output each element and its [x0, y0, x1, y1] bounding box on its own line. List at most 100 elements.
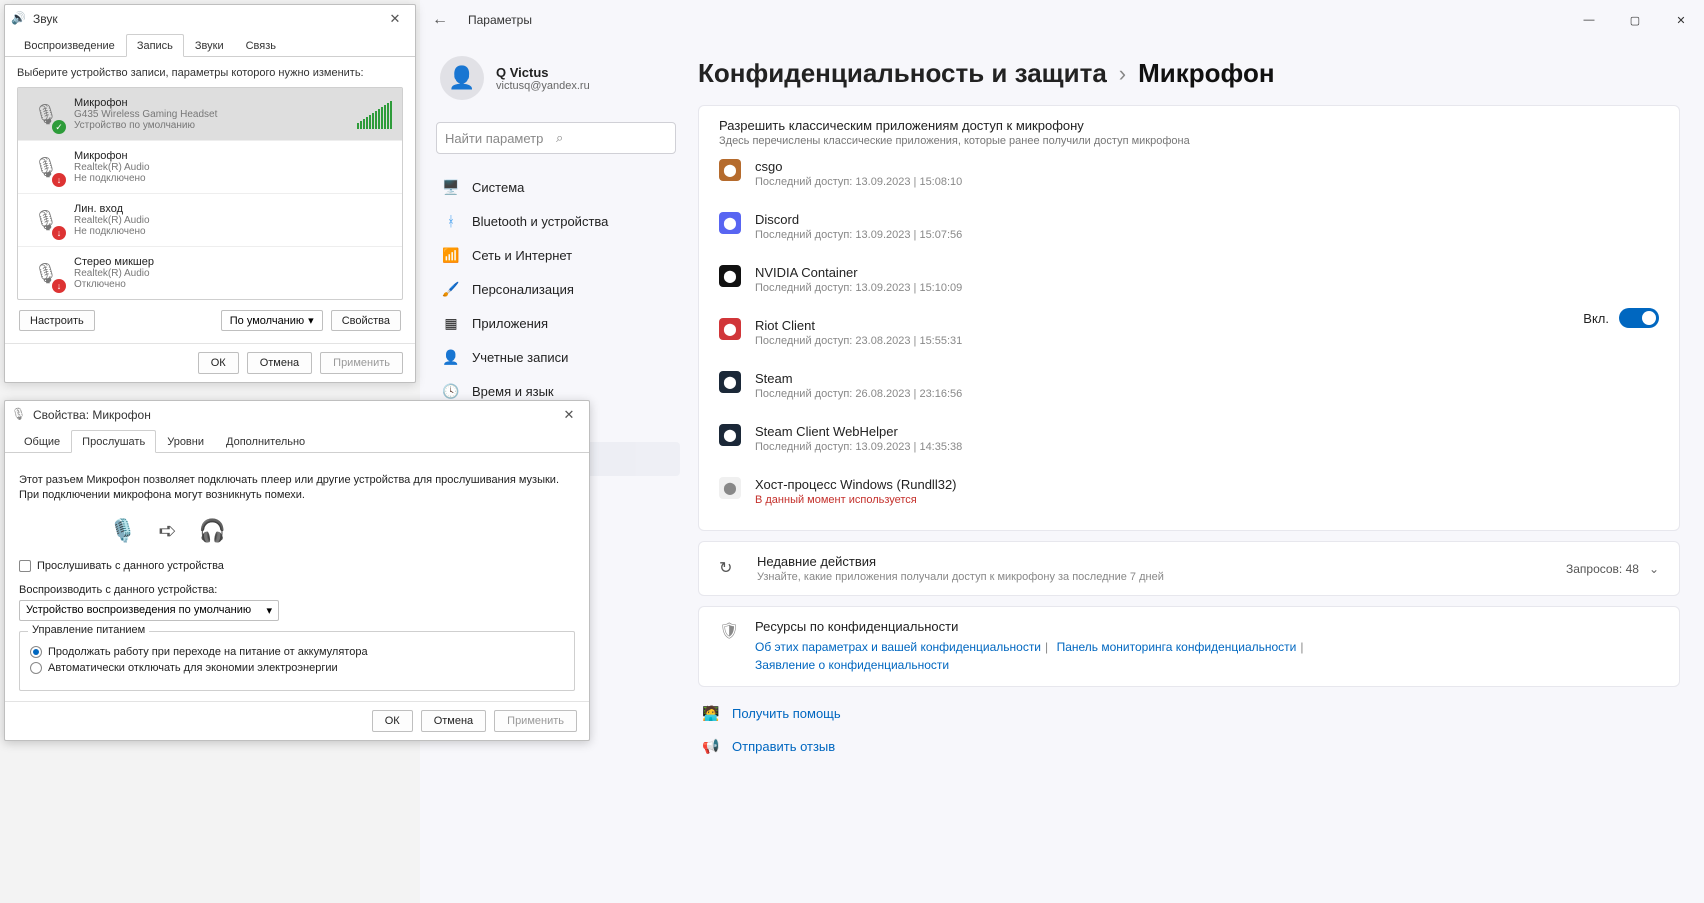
- device-icon: 🎙↓: [28, 149, 64, 185]
- resource-link-dashboard[interactable]: Панель мониторинга конфиденциальности: [1057, 640, 1297, 654]
- tab-playback[interactable]: Воспроизведение: [13, 34, 126, 57]
- mic-description: Этот разъем Микрофон позволяет подключат…: [19, 473, 575, 504]
- sidebar-item-label: Время и язык: [472, 384, 554, 399]
- sidebar-item-label: Учетные записи: [472, 350, 568, 365]
- user-block[interactable]: 👤 Q Victus victusq@yandex.ru: [432, 48, 680, 116]
- device-row[interactable]: 🎙↓ Микрофон Realtek(R) Audio Не подключе…: [18, 141, 402, 194]
- resource-link-statement[interactable]: Заявление о конфиденциальности: [755, 658, 949, 672]
- close-button[interactable]: ✕: [1658, 0, 1704, 40]
- maximize-button[interactable]: ▢: [1612, 0, 1658, 40]
- sidebar-item[interactable]: 🖥️ Система: [432, 170, 680, 204]
- device-status: Не подключено: [74, 173, 392, 184]
- device-driver: Realtek(R) Audio: [74, 215, 392, 226]
- history-icon: ↻: [719, 558, 741, 580]
- nav-icon: 🖌️: [442, 280, 460, 298]
- chevron-down-icon: ⌄: [1649, 562, 1659, 576]
- tab-advanced[interactable]: Дополнительно: [215, 430, 316, 453]
- resource-link-about[interactable]: Об этих параметрах и вашей конфиденциаль…: [755, 640, 1041, 654]
- app-row: ⬤ Steam Последний доступ: 26.08.2023 | 2…: [719, 359, 1583, 412]
- sound-dialog: 🔊 Звук ✕ Воспроизведение Запись Звуки Св…: [4, 4, 416, 383]
- get-help-link[interactable]: 🧑‍💻 Получить помощь: [698, 697, 1680, 730]
- avatar: 👤: [440, 56, 484, 100]
- level-meter: [357, 99, 392, 129]
- breadcrumb-parent[interactable]: Конфиденциальность и защита: [698, 58, 1107, 89]
- app-name: NVIDIA Container: [755, 265, 962, 280]
- sidebar-item[interactable]: 👤Учетные записи: [432, 340, 680, 374]
- minimize-button[interactable]: —: [1566, 0, 1612, 40]
- radio-continue[interactable]: Продолжать работу при переходе на питани…: [30, 646, 564, 658]
- default-dropdown[interactable]: По умолчанию ▾: [221, 310, 323, 331]
- sidebar-item[interactable]: 🖌️ Персонализация: [432, 272, 680, 306]
- radio-icon[interactable]: [30, 646, 42, 658]
- sidebar-item[interactable]: ▦Приложения: [432, 306, 680, 340]
- app-row: ⬤ Steam Client WebHelper Последний досту…: [719, 412, 1583, 465]
- app-row: ⬤ Discord Последний доступ: 13.09.2023 |…: [719, 200, 1583, 253]
- breadcrumb: Конфиденциальность и защита › Микрофон: [698, 58, 1680, 89]
- cancel-button[interactable]: Отмена: [421, 710, 486, 732]
- allow-toggle[interactable]: [1619, 308, 1659, 328]
- close-icon[interactable]: ✕: [381, 11, 409, 27]
- sidebar-item[interactable]: ᚼ Bluetooth и устройства: [432, 204, 680, 238]
- tab-levels[interactable]: Уровни: [156, 430, 215, 453]
- app-last-access: Последний доступ: 13.09.2023 | 15:10:09: [755, 282, 962, 294]
- mic-dialog-titlebar[interactable]: 🎙 Свойства: Микрофон ✕: [5, 401, 589, 429]
- app-icon: ⬤: [719, 318, 741, 340]
- playback-select[interactable]: Устройство воспроизведения по умолчанию …: [19, 600, 279, 621]
- app-row: ⬤ csgo Последний доступ: 13.09.2023 | 15…: [719, 147, 1583, 200]
- app-name: Steam Client WebHelper: [755, 424, 962, 439]
- search-input[interactable]: Найти параметр ⌕: [436, 122, 676, 154]
- tab-general[interactable]: Общие: [13, 430, 71, 453]
- device-row[interactable]: 🎙✓ Микрофон G435 Wireless Gaming Headset…: [18, 88, 402, 141]
- radio-auto-off[interactable]: Автоматически отключать для экономии эле…: [30, 662, 564, 674]
- mic-dialog-title: Свойства: Микрофон: [33, 408, 151, 422]
- close-icon[interactable]: ✕: [555, 407, 583, 423]
- nav-icon: 📶: [442, 246, 460, 264]
- sidebar-item-label: Персонализация: [472, 282, 574, 297]
- checkbox-icon[interactable]: [19, 560, 31, 572]
- ok-button[interactable]: ОК: [372, 710, 413, 732]
- app-icon: ⬤: [719, 424, 741, 446]
- device-name: Микрофон: [74, 97, 347, 109]
- app-name: csgo: [755, 159, 962, 174]
- device-icon: 🎙↓: [28, 255, 64, 291]
- app-last-access: Последний доступ: 13.09.2023 | 14:35:38: [755, 441, 962, 453]
- configure-button[interactable]: Настроить: [19, 310, 95, 331]
- apply-button[interactable]: Применить: [494, 710, 577, 732]
- device-status: Не подключено: [74, 226, 392, 237]
- properties-button[interactable]: Свойства: [331, 310, 401, 331]
- allow-subtitle: Здесь перечислены классические приложени…: [719, 135, 1583, 147]
- nav-icon: ᚼ: [442, 212, 460, 230]
- back-button[interactable]: ←: [432, 11, 468, 29]
- sidebar-item[interactable]: 📶Сеть и Интернет: [432, 238, 680, 272]
- app-name: Хост-процесс Windows (Rundll32): [755, 477, 957, 492]
- sidebar-item-label: Приложения: [472, 316, 548, 331]
- sidebar-item-label: Bluetooth и устройства: [472, 214, 608, 229]
- mic-icon: 🎙: [11, 407, 27, 423]
- radio-icon[interactable]: [30, 662, 42, 674]
- apply-button[interactable]: Применить: [320, 352, 403, 374]
- status-badge-icon: ✓: [52, 120, 66, 134]
- device-row[interactable]: 🎙↓ Стерео микшер Realtek(R) Audio Отключ…: [18, 247, 402, 299]
- send-feedback-link[interactable]: 📢 Отправить отзыв: [698, 730, 1680, 763]
- tab-recording[interactable]: Запись: [126, 34, 184, 57]
- tab-comm[interactable]: Связь: [235, 34, 287, 57]
- app-row: ⬤ Riot Client Последний доступ: 23.08.20…: [719, 306, 1583, 359]
- recent-activity-card[interactable]: ↻ Недавние действия Узнайте, какие прило…: [698, 541, 1680, 596]
- nav-icon: 🖥️: [442, 178, 460, 196]
- app-last-access: В данный момент используется: [755, 494, 957, 506]
- ok-button[interactable]: ОК: [198, 352, 239, 374]
- device-icon: 🎙✓: [28, 96, 64, 132]
- sidebar-item-label: Система: [472, 180, 524, 195]
- cancel-button[interactable]: Отмена: [247, 352, 312, 374]
- device-driver: Realtek(R) Audio: [74, 162, 392, 173]
- device-list[interactable]: 🎙✓ Микрофон G435 Wireless Gaming Headset…: [17, 87, 403, 300]
- listen-checkbox-row[interactable]: Прослушивать с данного устройства: [19, 560, 575, 572]
- app-last-access: Последний доступ: 13.09.2023 | 15:08:10: [755, 176, 962, 188]
- app-name: Steam: [755, 371, 962, 386]
- sound-dialog-titlebar[interactable]: 🔊 Звук ✕: [5, 5, 415, 33]
- tab-listen[interactable]: Прослушать: [71, 430, 156, 453]
- mic-diagram-icon: 🎙️: [109, 518, 136, 544]
- device-row[interactable]: 🎙↓ Лин. вход Realtek(R) Audio Не подключ…: [18, 194, 402, 247]
- listen-diagram: 🎙️ ➪ 🎧: [109, 518, 575, 544]
- tab-sounds[interactable]: Звуки: [184, 34, 235, 57]
